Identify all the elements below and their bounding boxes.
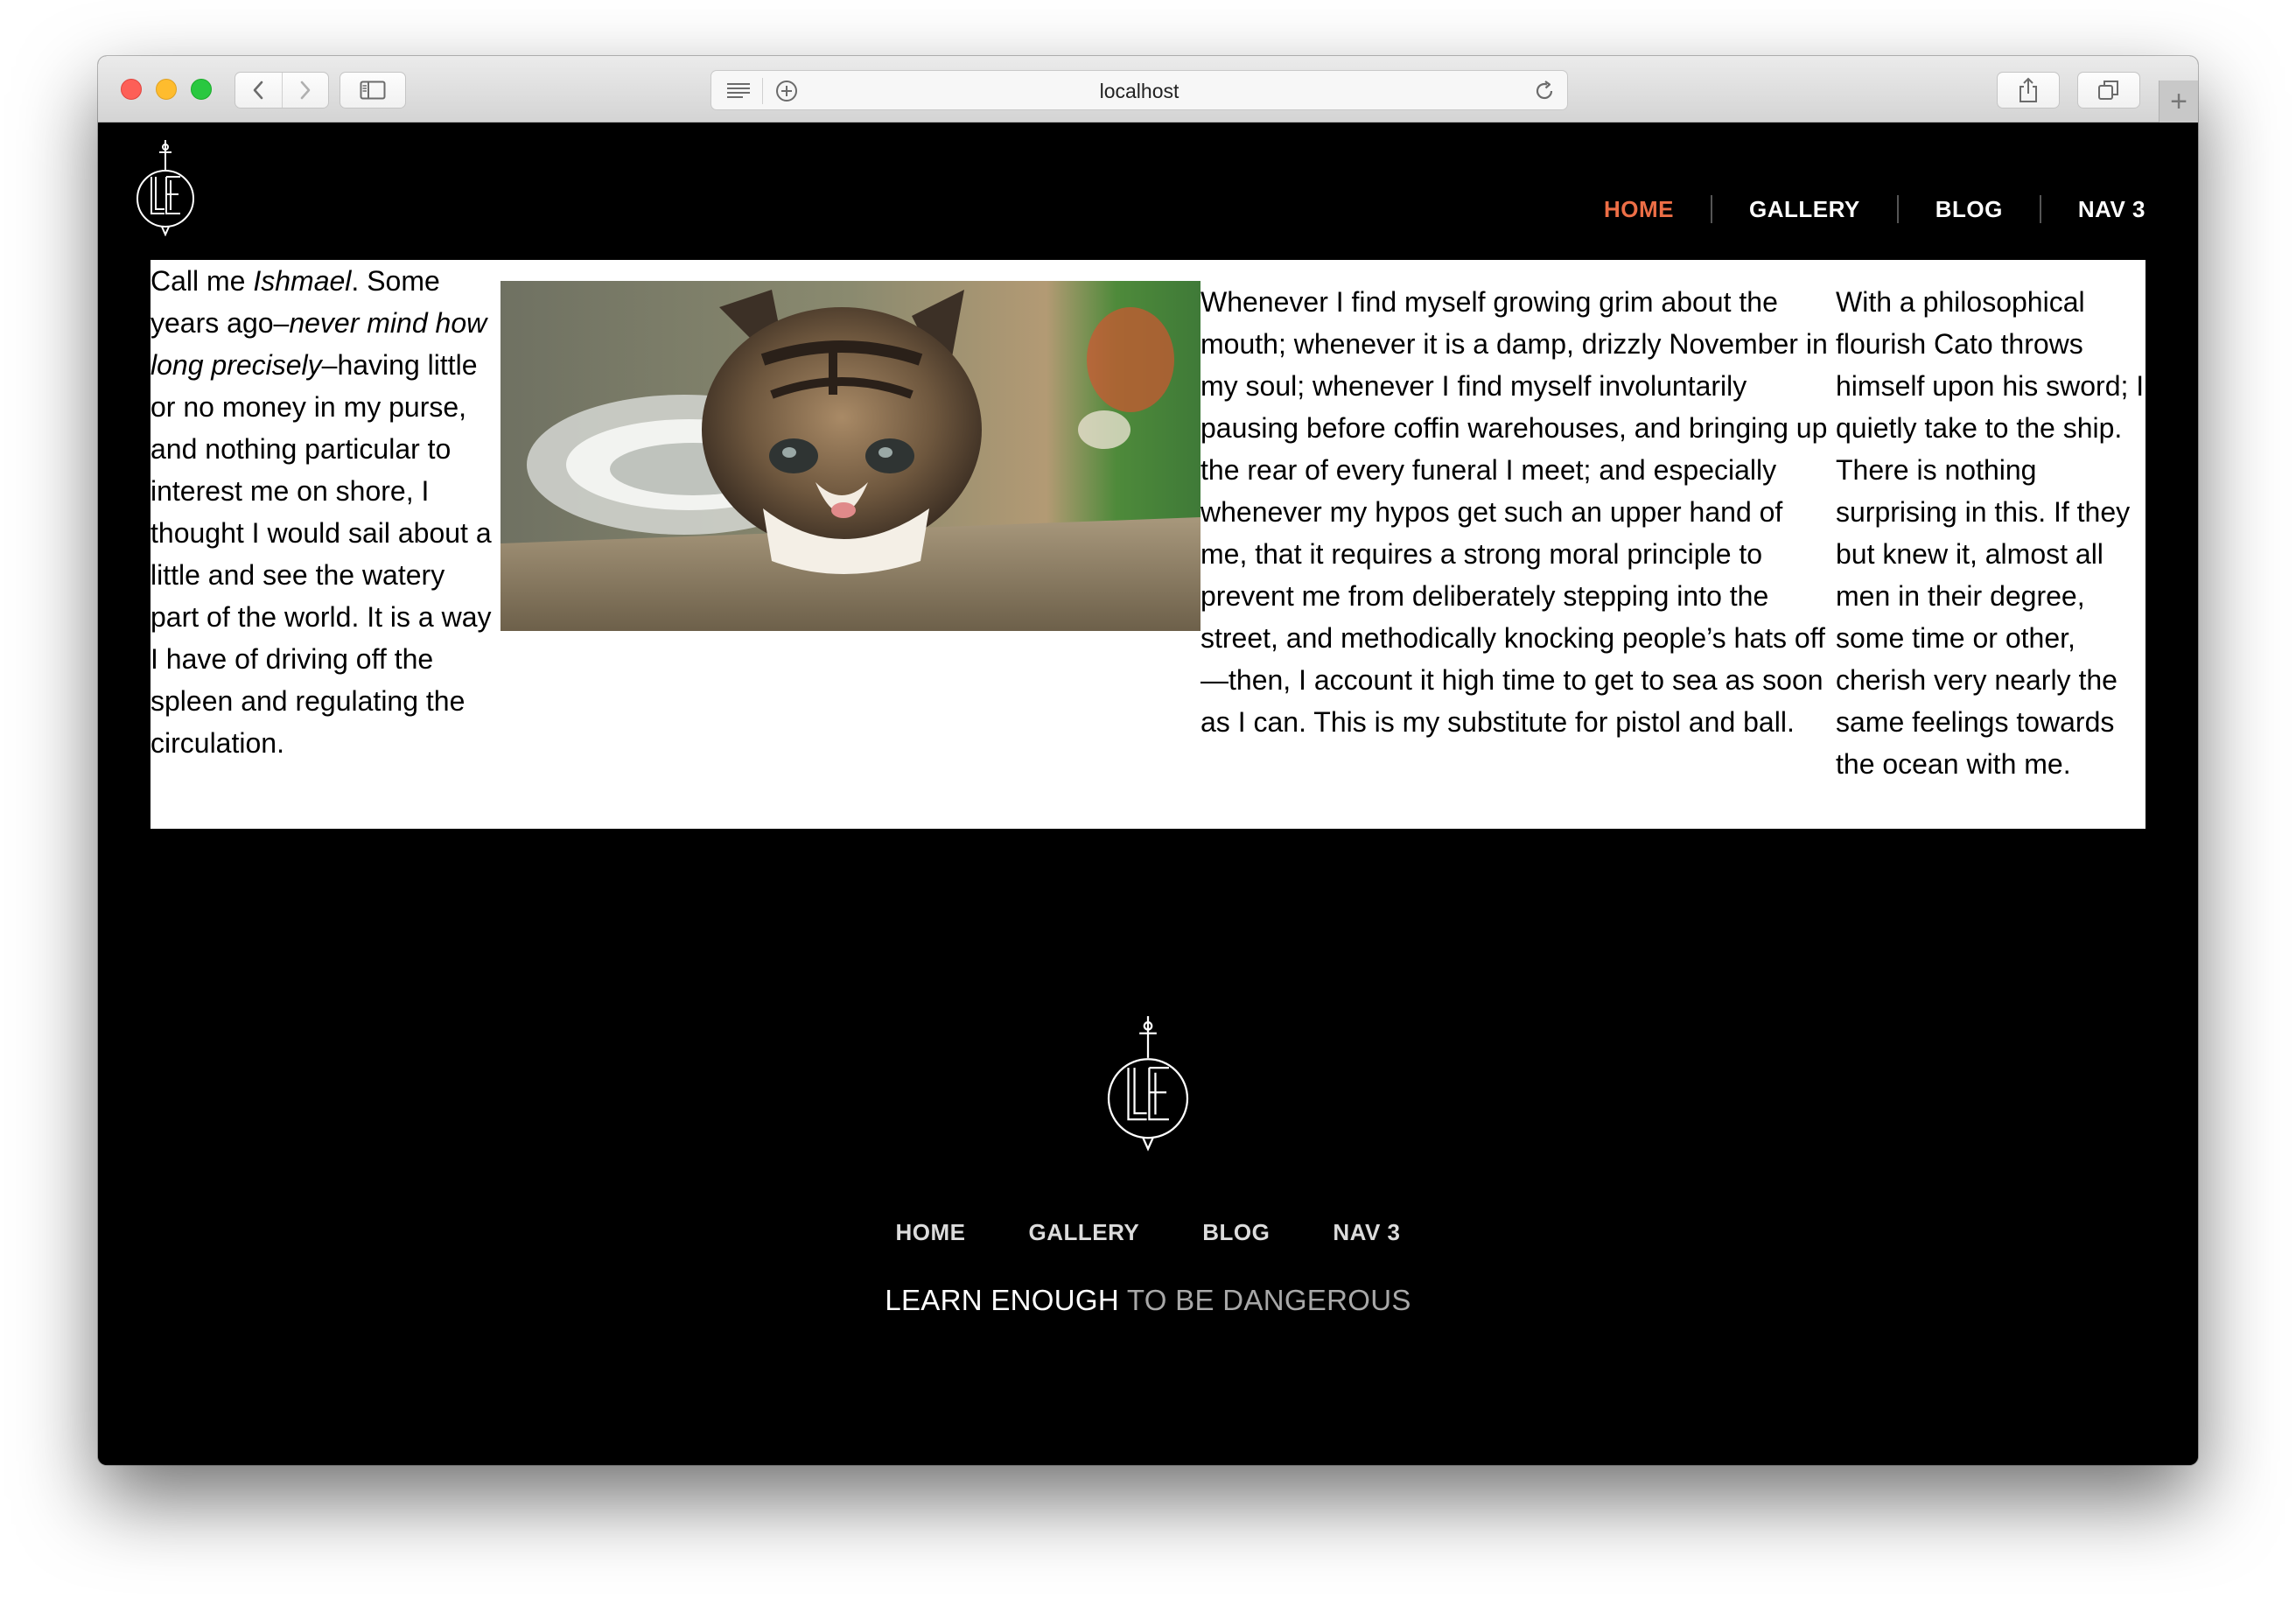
footer-nav-gallery[interactable]: GALLERY [1028, 1219, 1139, 1246]
reload-icon[interactable] [1532, 79, 1557, 103]
browser-window: localhost + HOME GALLERY BLOG NAV 3 Call… [98, 56, 2198, 1465]
text-column-2: Whenever I find myself growing grim abou… [1200, 286, 1828, 738]
nav-blog[interactable]: BLOG [1896, 195, 2040, 223]
le-dagger-logo-icon[interactable] [133, 138, 198, 236]
forward-button[interactable] [281, 73, 328, 108]
tabs-overview-icon [2098, 81, 2118, 100]
show-tabs-button[interactable] [2077, 72, 2140, 109]
web-page: HOME GALLERY BLOG NAV 3 Call me Ishmael.… [98, 123, 2198, 1465]
footer-nav-nav-3[interactable]: NAV 3 [1333, 1219, 1400, 1246]
tagline-light: TO BE DANGEROUS [1119, 1284, 1411, 1316]
new-tab-button[interactable]: + [2159, 81, 2198, 123]
browser-toolbar: localhost + [98, 56, 2198, 123]
col1-text-c: –having little or no money in my purse, … [150, 349, 492, 759]
footer-nav-blog[interactable]: BLOG [1202, 1219, 1270, 1246]
main-navigation: HOME GALLERY BLOG NAV 3 [1567, 195, 2146, 223]
col1-text-a: Call me [150, 265, 254, 297]
share-icon [2020, 77, 2037, 102]
close-window-button[interactable] [121, 79, 142, 100]
text-column-3: With a philosophical flourish Cato throw… [1836, 286, 2145, 780]
sidebar-icon [360, 81, 386, 100]
footer-navigation: HOME GALLERY BLOG NAV 3 [98, 1219, 2198, 1246]
footer-tagline: LEARN ENOUGH TO BE DANGEROUS [98, 1284, 2198, 1317]
nav-home[interactable]: HOME [1567, 195, 1711, 223]
minimize-window-button[interactable] [156, 79, 177, 100]
col1-italic-a: Ishmael [253, 265, 352, 297]
le-dagger-logo-icon[interactable] [1102, 1009, 1194, 1156]
address-bar[interactable]: localhost [710, 70, 1568, 110]
share-button[interactable] [1997, 72, 2060, 109]
footer-nav-home[interactable]: HOME [895, 1219, 965, 1246]
tagline-strong: LEARN ENOUGH [885, 1284, 1119, 1316]
back-button[interactable] [235, 73, 282, 108]
kitten-photo [500, 281, 1200, 631]
url-text[interactable]: localhost [711, 71, 1567, 111]
sidebar-toggle-button[interactable] [340, 72, 406, 109]
zoom-window-button[interactable] [191, 79, 212, 100]
chevron-left-icon [254, 81, 263, 100]
content-panel: Call me Ishmael. Some years ago–never mi… [150, 260, 2146, 829]
nav-gallery[interactable]: GALLERY [1710, 195, 1897, 223]
nav-nav-3[interactable]: NAV 3 [2039, 195, 2146, 223]
chevron-right-icon [300, 81, 311, 100]
history-nav-group [234, 72, 329, 109]
text-column-1: Call me Ishmael. Some years ago–never mi… [150, 260, 500, 764]
